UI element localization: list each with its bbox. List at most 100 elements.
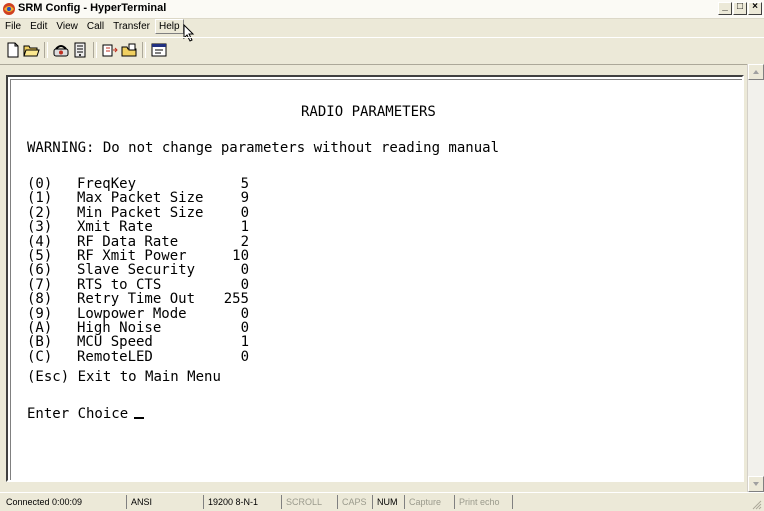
parameter-label: Lowpower Mode [77,305,187,322]
open-icon[interactable] [22,41,40,59]
parameter-key: (0) [27,176,53,192]
parameter-key: (B) [27,334,53,351]
menu-edit[interactable]: Edit [26,19,51,34]
parameter-key: (A) [27,320,53,336]
parameter-row: (9) Lowpower Mode 0 [27,307,249,321]
parameter-value: 255 [223,291,249,308]
terminal-warning: WARNING: Do not change parameters withou… [27,140,500,156]
parameter-key: (3) [27,219,53,236]
parameter-label: RF Xmit Power [77,248,187,264]
toolbar-separator [93,42,97,58]
exit-label: Exit to Main Menu [77,369,221,385]
scroll-down-button[interactable] [748,476,764,492]
parameter-key: (4) [27,233,53,250]
parameter-value: 9 [240,190,249,207]
scroll-down-icon [753,482,759,486]
status-caps: CAPS [337,495,367,509]
menu-help[interactable]: Help [154,19,184,34]
parameter-key: (9) [27,305,53,322]
command-prompt: Enter Choice [27,406,145,422]
parameter-row: (B) MCU Speed 1 [27,335,249,349]
exit-key: (Esc) [27,369,70,385]
menu-view[interactable]: View [52,19,82,34]
minimize-button[interactable]: _ [718,1,732,15]
exit-option: (Esc) Exit to Main Menu [27,370,221,384]
parameter-value: 0 [240,348,249,365]
parameter-row: (3) Xmit Rate 1 [27,220,249,234]
terminal-canvas: RADIO PARAMETERS WARNING: Do not change … [10,79,742,480]
parameter-value: 10 [232,248,249,264]
parameter-label: MCU Speed [77,334,153,351]
call-icon[interactable] [52,41,70,59]
parameter-label: RemoteLED [77,348,153,365]
parameter-row: (8) Retry Time Out 255 [27,292,249,306]
parameter-label: High Noise [77,320,162,336]
parameter-row: (0) FreqKey 5 [27,177,249,191]
window-controls: _ □ × [717,1,762,16]
parameter-label: Min Packet Size [77,204,204,221]
window-title: SRM Config - HyperTerminal [18,2,167,14]
toolbar [0,37,764,65]
parameter-key: (5) [27,248,53,264]
parameter-key: (1) [27,190,53,207]
scroll-up-button[interactable] [748,64,764,80]
toolbar-separator [142,42,146,58]
parameter-row: (5) RF Xmit Power 10 [27,249,249,263]
properties-icon[interactable] [150,41,168,59]
parameter-value: 0 [240,204,249,221]
parameter-value: 0 [240,262,249,279]
parameter-label: FreqKey [77,176,137,192]
receive-icon[interactable] [120,41,138,59]
status-num: NUM [372,495,398,509]
parameter-row: (6) Slave Security 0 [27,263,249,277]
scroll-up-icon [753,70,759,74]
parameter-label: Slave Security [77,262,196,279]
menu-call[interactable]: Call [83,19,108,34]
status-bar: Connected 0:00:09 ANSI 19200 8-N-1 SCROL… [0,492,764,511]
parameter-value: 1 [240,219,249,236]
parameter-row: (4) RF Data Rate 2 [27,235,249,249]
menu-bar: File Edit View Call Transfer Help [0,19,764,36]
status-port-settings: 19200 8-N-1 [203,495,258,509]
maximize-button[interactable]: □ [733,1,747,15]
terminal-heading: RADIO PARAMETERS [301,104,436,120]
parameter-row: (C) RemoteLED 0 [27,350,249,364]
parameter-value: 0 [240,276,249,293]
hyperterminal-icon [3,3,15,15]
parameter-label: RTS to CTS [77,276,162,293]
parameter-label: Max Packet Size [77,190,204,207]
parameter-row: (1) Max Packet Size 9 [27,191,249,205]
parameter-key: (C) [27,348,53,365]
parameter-label: RF Data Rate [77,233,179,250]
parameter-row: (A) High Noise 0 [27,321,249,335]
parameter-label: Xmit Rate [77,219,153,236]
parameter-key: (7) [27,276,53,293]
parameter-value: 2 [240,233,249,250]
close-button[interactable]: × [748,1,762,15]
parameter-value: 1 [240,334,249,351]
status-divider [512,495,513,509]
parameter-key: (8) [27,291,53,308]
title-bar: SRM Config - HyperTerminal _ □ × [0,0,764,19]
parameter-label: Retry Time Out [77,291,196,308]
maximize-icon: □ [736,1,744,12]
parameter-row: (7) RTS to CTS 0 [27,278,249,292]
parameter-row: (2) Min Packet Size 0 [27,206,249,220]
vertical-scrollbar[interactable] [747,64,764,492]
disconnect-icon[interactable] [71,41,89,59]
menu-transfer[interactable]: Transfer [109,19,154,34]
minimize-icon: _ [722,1,728,12]
new-icon[interactable] [4,41,22,59]
resize-grip-icon[interactable] [750,498,762,510]
parameter-value: 5 [240,176,249,192]
menu-file[interactable]: File [1,19,25,34]
send-icon[interactable] [101,41,119,59]
status-emulation: ANSI [126,495,152,509]
prompt-text: Enter Choice [27,406,129,422]
status-print-echo: Print echo [454,495,500,509]
status-scroll: SCROLL [281,495,322,509]
status-connected: Connected 0:00:09 [6,497,83,507]
terminal-screen[interactable]: RADIO PARAMETERS WARNING: Do not change … [6,75,744,482]
toolbar-separator [44,42,48,58]
close-icon: × [752,1,758,12]
